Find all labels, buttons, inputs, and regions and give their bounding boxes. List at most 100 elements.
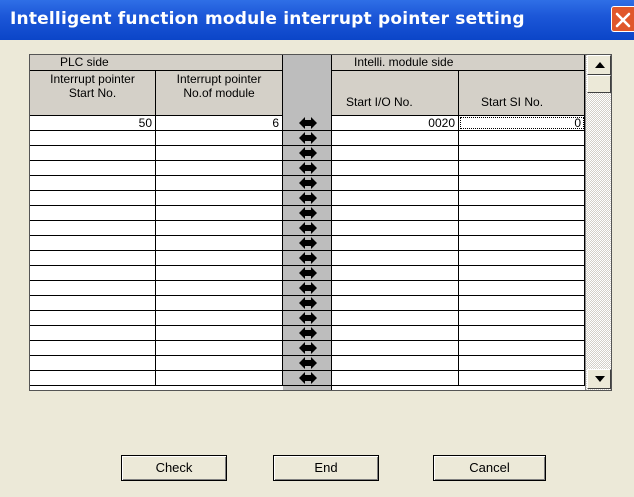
- cell-start-io[interactable]: [332, 146, 459, 160]
- cell-start-si[interactable]: [459, 281, 585, 295]
- cell-start-io[interactable]: [332, 206, 459, 220]
- cell-start-si[interactable]: [459, 326, 585, 340]
- cell-start-si[interactable]: [459, 356, 585, 370]
- cell-no-of-module[interactable]: [156, 296, 283, 310]
- cell-start-si[interactable]: [459, 206, 585, 220]
- cell-no-of-module[interactable]: [156, 221, 283, 235]
- cell-start-no[interactable]: [30, 146, 156, 160]
- cell-no-of-module[interactable]: [156, 206, 283, 220]
- cell-start-io[interactable]: [332, 131, 459, 145]
- cell-start-io[interactable]: [332, 356, 459, 370]
- cell-start-no[interactable]: [30, 176, 156, 190]
- cell-start-si[interactable]: [459, 236, 585, 250]
- cell-start-si[interactable]: [459, 266, 585, 280]
- column-header-start-no[interactable]: Interrupt pointer Start No.: [30, 71, 156, 116]
- cell-start-io[interactable]: [332, 311, 459, 325]
- cell-start-io[interactable]: [332, 296, 459, 310]
- scroll-down-button[interactable]: [587, 369, 611, 389]
- cell-start-si[interactable]: [459, 221, 585, 235]
- cell-start-io[interactable]: [332, 161, 459, 175]
- column-header-no-of-module-line1: Interrupt pointer: [176, 72, 262, 86]
- cell-start-no[interactable]: [30, 326, 156, 340]
- cell-start-io[interactable]: [332, 281, 459, 295]
- table-row: [30, 251, 585, 266]
- table-row: [30, 161, 585, 176]
- plc-side-label: PLC side: [60, 55, 109, 69]
- cell-start-si[interactable]: [459, 251, 585, 265]
- window-title: Intelligent function module interrupt po…: [10, 9, 525, 29]
- cell-no-of-module[interactable]: [156, 311, 283, 325]
- cell-no-of-module[interactable]: [156, 356, 283, 370]
- column-header-no-of-module[interactable]: Interrupt pointer No.of module: [156, 71, 283, 116]
- cell-no-of-module[interactable]: [156, 251, 283, 265]
- table-row: [30, 221, 585, 236]
- cell-start-no[interactable]: [30, 296, 156, 310]
- cell-start-no[interactable]: [30, 281, 156, 295]
- cell-start-no[interactable]: 50: [30, 116, 156, 130]
- vertical-scrollbar[interactable]: [585, 55, 611, 390]
- cell-no-of-module[interactable]: [156, 266, 283, 280]
- cell-start-io[interactable]: [332, 191, 459, 205]
- cell-start-io[interactable]: [332, 326, 459, 340]
- scroll-up-button[interactable]: [587, 55, 611, 75]
- cell-no-of-module[interactable]: [156, 131, 283, 145]
- cell-no-of-module[interactable]: 6: [156, 116, 283, 130]
- cell-start-no[interactable]: [30, 191, 156, 205]
- cell-start-si[interactable]: [459, 191, 585, 205]
- cell-no-of-module[interactable]: [156, 146, 283, 160]
- cell-no-of-module[interactable]: [156, 371, 283, 385]
- cell-start-si[interactable]: [459, 341, 585, 355]
- scroll-thumb[interactable]: [587, 75, 611, 93]
- cell-start-si[interactable]: [459, 146, 585, 160]
- title-bar: Intelligent function module interrupt po…: [0, 0, 634, 40]
- cell-start-no[interactable]: [30, 206, 156, 220]
- plc-side-header: PLC side: [30, 55, 283, 71]
- table-row: [30, 146, 585, 161]
- cell-no-of-module[interactable]: [156, 326, 283, 340]
- cell-start-si[interactable]: [459, 371, 585, 385]
- cell-start-si[interactable]: [459, 176, 585, 190]
- cell-start-io[interactable]: 0020: [332, 116, 459, 130]
- table-row: [30, 236, 585, 251]
- intelli-side-header: Intelli. module side: [332, 55, 585, 71]
- cell-start-no[interactable]: [30, 266, 156, 280]
- cell-start-io[interactable]: [332, 266, 459, 280]
- cell-start-no[interactable]: [30, 311, 156, 325]
- cell-start-io[interactable]: [332, 221, 459, 235]
- cell-start-io[interactable]: [332, 341, 459, 355]
- column-header-start-io[interactable]: Start I/O No.: [332, 71, 459, 116]
- check-button[interactable]: Check: [121, 455, 227, 481]
- cell-start-io[interactable]: [332, 176, 459, 190]
- cell-no-of-module[interactable]: [156, 281, 283, 295]
- table-row: [30, 206, 585, 221]
- cell-no-of-module[interactable]: [156, 191, 283, 205]
- cell-start-si[interactable]: [459, 161, 585, 175]
- cell-no-of-module[interactable]: [156, 236, 283, 250]
- cell-start-io[interactable]: [332, 251, 459, 265]
- cell-start-io[interactable]: [332, 371, 459, 385]
- table-row: [30, 131, 585, 146]
- cell-start-no[interactable]: [30, 236, 156, 250]
- cell-start-si[interactable]: [459, 296, 585, 310]
- column-header-start-si[interactable]: Start SI No.: [459, 71, 585, 116]
- cell-no-of-module[interactable]: [156, 161, 283, 175]
- cell-start-no[interactable]: [30, 131, 156, 145]
- cell-start-io[interactable]: [332, 236, 459, 250]
- cell-start-si[interactable]: [459, 131, 585, 145]
- cell-start-no[interactable]: [30, 251, 156, 265]
- cancel-button[interactable]: Cancel: [433, 455, 546, 481]
- cell-start-si[interactable]: 0: [459, 116, 585, 130]
- cell-start-no[interactable]: [30, 371, 156, 385]
- table-row: [30, 281, 585, 296]
- cell-start-no[interactable]: [30, 356, 156, 370]
- cell-start-no[interactable]: [30, 161, 156, 175]
- intelli-side-label: Intelli. module side: [354, 55, 454, 69]
- cell-start-no[interactable]: [30, 221, 156, 235]
- pointer-setting-grid: PLC side Intelli. module side Interrupt …: [29, 54, 612, 391]
- cell-start-si[interactable]: [459, 311, 585, 325]
- cell-no-of-module[interactable]: [156, 176, 283, 190]
- cell-start-no[interactable]: [30, 341, 156, 355]
- cell-no-of-module[interactable]: [156, 341, 283, 355]
- end-button[interactable]: End: [273, 455, 379, 481]
- close-button[interactable]: [611, 6, 634, 32]
